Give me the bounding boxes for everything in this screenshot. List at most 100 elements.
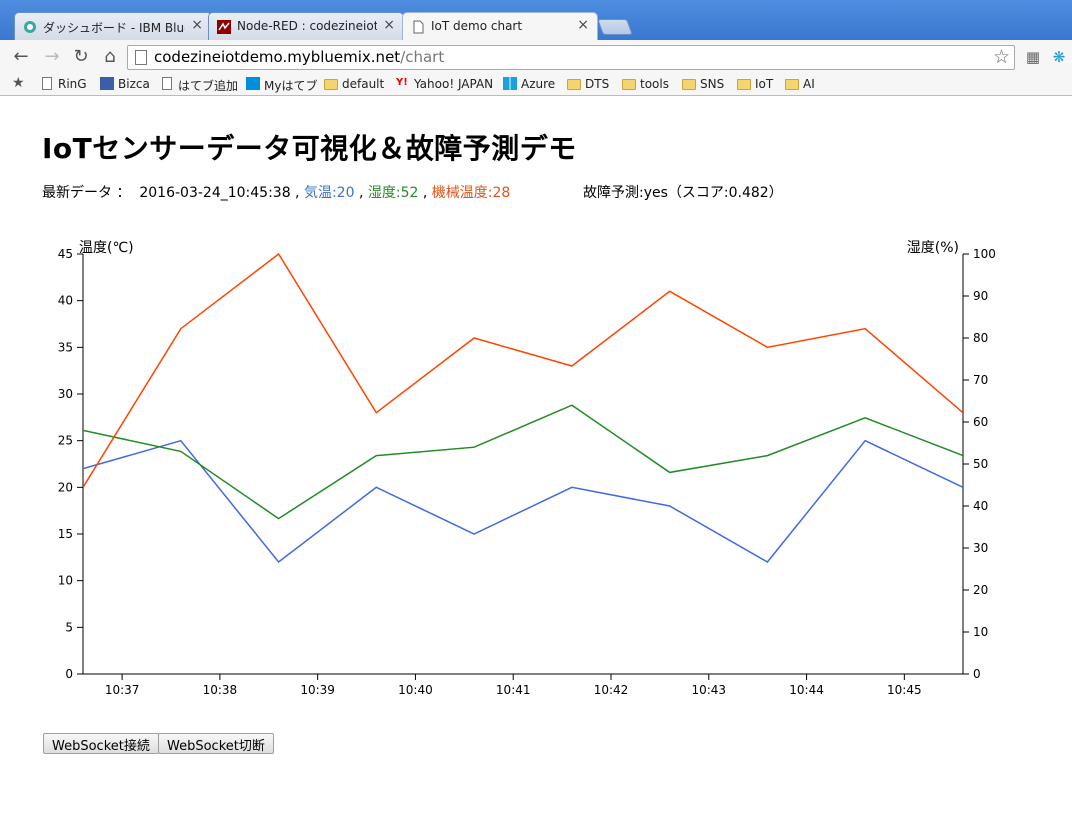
- x-tick-label: 10:40: [398, 683, 433, 697]
- windows-icon: [503, 77, 517, 90]
- folder-icon: [737, 79, 751, 90]
- right-y-tick-label: 30: [973, 541, 988, 555]
- x-tick-label: 10:37: [105, 683, 140, 697]
- bookmark-star-icon[interactable]: ☆: [993, 46, 1010, 68]
- right-y-axis-title: 湿度(%): [907, 240, 959, 256]
- bookmark-label: default: [342, 77, 385, 91]
- left-y-tick-label: 10: [58, 574, 73, 588]
- back-arrow-icon[interactable]: ←: [10, 46, 32, 68]
- reload-icon[interactable]: ↻: [70, 46, 92, 68]
- bluemix-icon: [24, 21, 36, 33]
- bookmark-label: SNS: [700, 77, 725, 91]
- left-y-tick-label: 15: [58, 527, 73, 541]
- yahoo-icon: Y!: [396, 77, 408, 88]
- bizca-icon: [100, 77, 114, 90]
- x-tick-label: 10:45: [887, 683, 922, 697]
- latest-machine-temperature: 機械温度:28: [431, 185, 511, 201]
- forward-arrow-icon[interactable]: →: [41, 46, 63, 68]
- folder-icon: [622, 79, 636, 90]
- browser-title-bar: ダッシュボード - IBM Bluemix × Node-RED : codez…: [0, 0, 1072, 41]
- right-y-tick-label: 80: [973, 331, 988, 345]
- bookmark-folder-default[interactable]: default: [324, 77, 384, 91]
- bookmarks-bar: ★ RinG Bizca はてブ追加 Myはてブ default Y! Yahoo…: [0, 74, 1072, 96]
- separator: ,: [290, 185, 304, 201]
- left-y-tick-label: 35: [58, 340, 73, 354]
- series-line-machine_temp: [83, 252, 963, 488]
- bookmark-folder-tools[interactable]: tools: [622, 77, 669, 91]
- tab-iot-demo-chart[interactable]: IoT demo chart ×: [402, 12, 598, 41]
- close-icon[interactable]: ×: [383, 17, 395, 33]
- tab-node-red[interactable]: Node-RED : codezineiotdemo ×: [208, 12, 404, 40]
- browser-toolbar: ← → ↻ ⌂ codezineiotdemo.mybluemix.net/ch…: [0, 40, 1072, 74]
- page-title: IoTセンサーデータ可視化＆故障予測デモ: [42, 132, 577, 165]
- left-y-axis-title: 温度(℃): [79, 240, 134, 256]
- tab-bluemix[interactable]: ダッシュボード - IBM Bluemix ×: [14, 12, 212, 40]
- extension-icon[interactable]: ▦: [1024, 48, 1042, 66]
- tab-title: Node-RED : codezineiotdemo: [237, 19, 377, 33]
- separator: ,: [354, 185, 368, 201]
- right-y-tick-label: 10: [973, 625, 988, 639]
- bookmark-azure[interactable]: Azure: [503, 77, 555, 91]
- home-icon[interactable]: ⌂: [99, 46, 121, 68]
- page-icon: [413, 20, 424, 34]
- close-icon[interactable]: ×: [191, 17, 203, 33]
- bookmark-ring[interactable]: RinG: [40, 77, 87, 91]
- close-icon[interactable]: ×: [577, 17, 589, 33]
- new-tab-button[interactable]: [597, 19, 633, 35]
- bookmark-hatebu-add[interactable]: はてブ追加: [160, 77, 238, 94]
- x-tick-label: 10:42: [594, 683, 629, 697]
- tab-title: ダッシュボード - IBM Bluemix: [43, 21, 185, 35]
- websocket-connect-button[interactable]: WebSocket接続: [43, 733, 159, 754]
- latest-timestamp: 2016-03-24_10:45:38: [139, 185, 291, 201]
- bookmark-label: DTS: [585, 77, 610, 91]
- bookmark-label: RinG: [58, 77, 87, 91]
- left-y-tick-label: 0: [65, 667, 73, 681]
- latest-data-prefix: 最新データ ：: [42, 185, 140, 201]
- bookmark-yahoo[interactable]: Y! Yahoo! JAPAN: [396, 77, 493, 91]
- folder-icon: [785, 79, 799, 90]
- right-y-tick-label: 40: [973, 499, 988, 513]
- bookmark-folder-iot[interactable]: IoT: [737, 77, 773, 91]
- bookmark-label: tools: [640, 77, 669, 91]
- page-icon: [162, 77, 172, 90]
- right-y-tick-label: 90: [973, 289, 988, 303]
- series-line-temp: [83, 439, 963, 564]
- bookmark-label: Yahoo! JAPAN: [414, 77, 494, 91]
- x-tick-label: 10:43: [691, 683, 726, 697]
- bookmark-folder-dts[interactable]: DTS: [567, 77, 609, 91]
- right-y-tick-label: 60: [973, 415, 988, 429]
- extension-network-icon[interactable]: ❋: [1050, 48, 1068, 66]
- x-tick-label: 10:44: [789, 683, 824, 697]
- folder-icon: [324, 79, 338, 90]
- folder-icon: [567, 79, 581, 90]
- bookmark-label: Azure: [521, 77, 556, 91]
- bookmark-folder-sns[interactable]: SNS: [682, 77, 724, 91]
- left-y-tick-label: 25: [58, 434, 73, 448]
- bookmark-label: AI: [803, 77, 815, 91]
- right-y-tick-label: 20: [973, 583, 988, 597]
- websocket-disconnect-button[interactable]: WebSocket切断: [158, 733, 274, 754]
- url-host: codezineiotdemo.mybluemix.net: [154, 48, 401, 66]
- right-y-tick-label: 70: [973, 373, 988, 387]
- bookmark-label: Bizca: [118, 77, 150, 91]
- failure-prediction: 故障予測:yes（スコア:0.482）: [583, 185, 783, 201]
- bookmark-bizca[interactable]: Bizca: [100, 77, 150, 91]
- x-tick-label: 10:41: [496, 683, 531, 697]
- left-y-tick-label: 30: [58, 387, 73, 401]
- bookmark-folder-ai[interactable]: AI: [785, 77, 815, 91]
- series-line-humidity: [83, 404, 963, 520]
- left-y-tick-label: 40: [58, 294, 73, 308]
- latest-humidity: 湿度:52: [367, 185, 419, 201]
- sensor-line-chart: 0 5 10 15 20 25 30 35 40 45 0 10 20 30 40 50 60 70 80 90 100…: [58, 240, 996, 697]
- page-icon: [42, 77, 52, 90]
- address-bar[interactable]: codezineiotdemo.mybluemix.net/chart ☆: [127, 45, 1015, 70]
- x-tick-label: 10:38: [203, 683, 238, 697]
- star-icon[interactable]: ★: [12, 75, 25, 91]
- latest-data-line: 最新データ ： 2016-03-24_10:45:38 , 気温:20 , 湿度…: [42, 182, 510, 202]
- bookmark-label: はてブ追加: [178, 79, 239, 93]
- left-y-tick-label: 20: [58, 480, 73, 494]
- right-y-tick-label: 100: [973, 247, 996, 261]
- bookmark-my-hatebu[interactable]: Myはてブ: [246, 77, 317, 94]
- bookmark-label: IoT: [755, 77, 774, 91]
- page-icon: [135, 50, 147, 65]
